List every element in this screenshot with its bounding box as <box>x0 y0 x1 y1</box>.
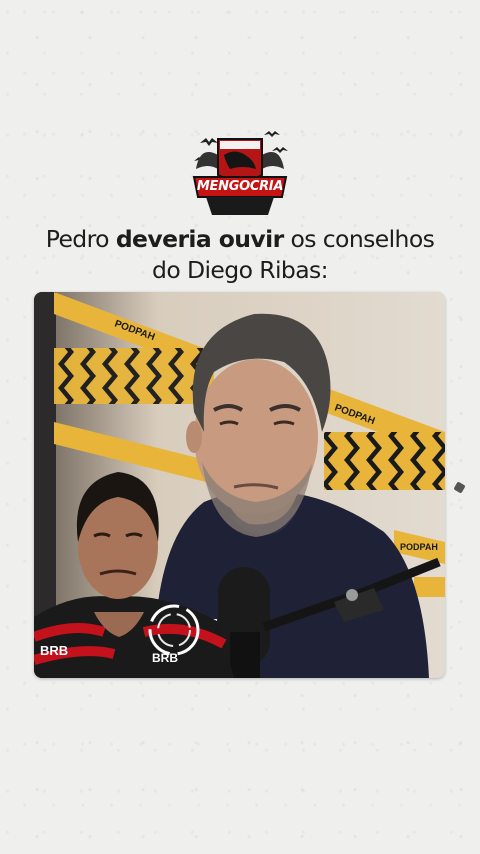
mengocria-logo: MENGOCRIA <box>190 125 290 220</box>
headline-emphasis: deveria ouvir <box>115 225 284 253</box>
sponsor-label: BRB <box>40 643 68 658</box>
tape-label-lower: PODPAH <box>400 542 438 552</box>
headline-text-1: Pedro <box>45 225 116 253</box>
logo-wordmark: MENGOCRIA <box>196 179 284 194</box>
headline-line-1: Pedro deveria ouvir os conselhos <box>0 224 480 255</box>
headline: Pedro deveria ouvir os conselhos do Dieg… <box>0 224 480 286</box>
headline-line-2: do Diego Ribas: <box>152 256 329 284</box>
video-thumbnail[interactable]: PODPAH PODPAH PODPAH BRB BRB <box>34 292 445 678</box>
headline-text-2: os conselhos <box>283 225 435 253</box>
